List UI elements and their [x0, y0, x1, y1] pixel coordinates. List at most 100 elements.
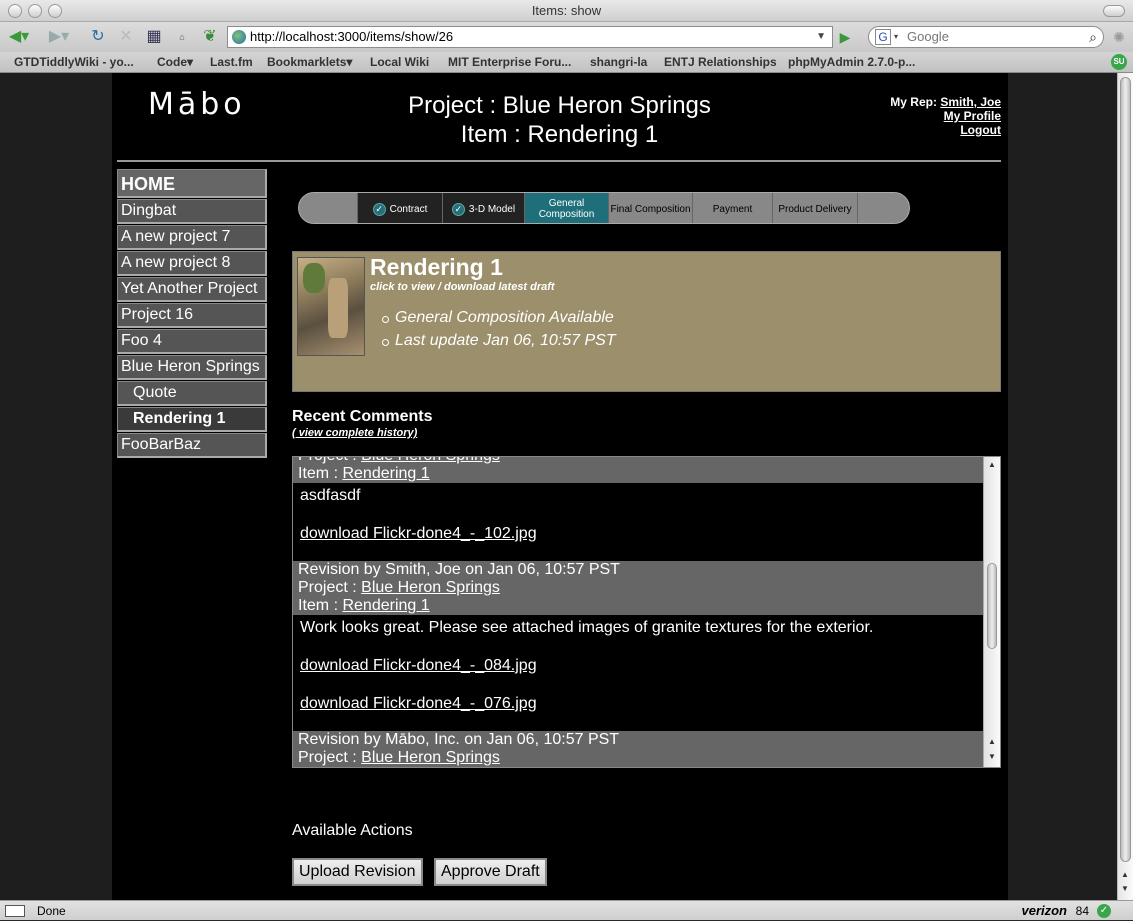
sidebar-item-project-16[interactable]: Project 16 — [117, 303, 267, 328]
tag-icon[interactable]: ⌂ — [172, 27, 192, 47]
upload-revision-button[interactable]: Upload Revision — [292, 858, 423, 886]
bookmark-lastfm[interactable]: Last.fm — [210, 52, 253, 72]
sidebar-item-quote[interactable]: Quote — [117, 381, 267, 406]
scrollbar-thumb[interactable] — [1120, 77, 1131, 862]
approve-draft-button[interactable]: Approve Draft — [434, 858, 547, 886]
download-draft-link[interactable]: click to view / download latest draft — [370, 281, 555, 293]
item-heading[interactable]: Rendering 1 — [370, 254, 503, 281]
zoom-window-button[interactable] — [48, 4, 62, 18]
bookmark-shangri-la[interactable]: shangri-la — [590, 52, 647, 72]
revision-header: Revision by Smith, Joe on Jan 06, 10:57 … — [298, 561, 620, 578]
sidebar-item-foo-4[interactable]: Foo 4 — [117, 329, 267, 354]
comments-scrollbar[interactable]: ▲ ▲ ▼ — [983, 457, 1000, 767]
bookmark-gtdtiddlywiki[interactable]: GTDTiddlyWiki - yo... — [14, 52, 134, 72]
step-label: 3-D Model — [468, 203, 516, 215]
item-last-update: Last update Jan 06, 10:57 PST — [382, 332, 616, 349]
scroll-up-icon[interactable]: ▲ — [988, 460, 996, 469]
google-icon[interactable]: G — [875, 29, 891, 45]
mabo-logo[interactable]: Mābo — [148, 87, 246, 122]
step-label: Product Delivery — [778, 203, 852, 215]
browser-window: Items: show ◀▾ ▶▾ ↻ ✕ ▦ ⌂ ❦ http://local… — [0, 0, 1133, 920]
check-icon: ✓ — [1097, 904, 1111, 918]
page-content: Mābo Project : Blue Heron Springs Item :… — [112, 73, 1008, 900]
scroll-down-icon[interactable]: ▼ — [1121, 884, 1129, 893]
search-engine-dropdown-icon[interactable]: ▾ — [894, 27, 898, 47]
delicious-icon[interactable]: ▦ — [144, 27, 164, 47]
item-link[interactable]: Rendering 1 — [342, 465, 429, 482]
step-contract: ✓ Contract — [357, 193, 442, 223]
revision-header: Revision by Mābo, Inc. on Jan 06, 10:57 … — [298, 731, 620, 748]
item-title: Item : Rendering 1 — [460, 121, 659, 148]
sidebar-item-dingbat[interactable]: Dingbat — [117, 199, 267, 224]
item-label: Item : — [298, 465, 339, 482]
project-link[interactable]: Blue Heron Springs — [361, 457, 500, 464]
toolbar-toggle-button[interactable] — [1103, 5, 1125, 17]
download-link[interactable]: download Flickr-done4_-_084.jpg — [293, 657, 983, 675]
bookmark-phpmyadmin[interactable]: phpMyAdmin 2.7.0-p... — [788, 52, 915, 72]
scroll-up-icon[interactable]: ▲ — [988, 737, 996, 746]
bookmark-bookmarklets[interactable]: Bookmarklets▾ — [267, 52, 352, 72]
step-product-delivery: Product Delivery — [772, 193, 858, 223]
sidebar-item-blue-heron-springs[interactable]: Blue Heron Springs — [117, 355, 267, 380]
step-label: Final Composition — [610, 203, 691, 215]
recent-comments-heading: Recent Comments — [292, 408, 433, 425]
scroll-up-icon[interactable]: ▲ — [1121, 870, 1129, 879]
step-label: Payment — [712, 203, 753, 215]
account-links: My Rep: Smith, Joe My Profile Logout — [890, 95, 1001, 137]
comment-body: asdfasdf — [300, 487, 361, 504]
sidebar-item-rendering-1[interactable]: Rendering 1 — [117, 407, 267, 432]
bookmark-entj[interactable]: ENTJ Relationships — [664, 52, 777, 72]
project-link[interactable]: Blue Heron Springs — [361, 749, 500, 766]
minimize-window-button[interactable] — [28, 4, 42, 18]
logout-link[interactable]: Logout — [960, 123, 1001, 137]
url-dropdown-icon[interactable]: ▼ — [816, 27, 826, 47]
url-text: http://localhost:3000/items/show/26 — [250, 29, 454, 44]
project-link[interactable]: Blue Heron Springs — [361, 579, 500, 596]
sidebar-item-new-project-8[interactable]: A new project 8 — [117, 251, 267, 276]
navigation-toolbar: ◀▾ ▶▾ ↻ ✕ ▦ ⌂ ❦ http://localhost:3000/it… — [0, 22, 1133, 52]
bookmark-code[interactable]: Code▾ — [157, 52, 193, 72]
reload-icon[interactable]: ↻ — [88, 27, 108, 47]
status-bar: Done verizon 84 ✓ — [0, 900, 1133, 920]
checkmark-icon: ✓ — [372, 202, 386, 216]
progress-steps: ✓ Contract ✓ 3-D Model General Composition… — [298, 192, 910, 224]
bookmark-mit-enterprise[interactable]: MIT Enterprise Foru... — [448, 52, 571, 72]
item-thumbnail[interactable] — [297, 257, 365, 356]
scroll-down-icon[interactable]: ▼ — [988, 752, 996, 761]
project-title: Project : Blue Heron Springs — [408, 92, 711, 119]
view-history-link[interactable]: ( view complete history) — [292, 427, 417, 439]
project-label: Project : — [298, 579, 357, 596]
address-bar[interactable]: http://localhost:3000/items/show/26 ▼ — [227, 26, 833, 48]
bookmark-local-wiki[interactable]: Local Wiki — [370, 52, 429, 72]
sidebar-item-foobarbaz[interactable]: FooBarBaz — [117, 433, 267, 458]
window-title: Items: show — [531, 3, 602, 18]
go-icon[interactable]: ▶ — [836, 28, 854, 46]
stumbleupon-icon[interactable]: SU — [1111, 54, 1127, 70]
my-profile-link[interactable]: My Profile — [944, 109, 1001, 123]
leaf-icon[interactable]: ❦ — [200, 27, 220, 47]
sidebar-item-yet-another-project[interactable]: Yet Another Project — [117, 277, 267, 302]
search-icon[interactable]: ⌕ — [1089, 27, 1097, 47]
download-link[interactable]: download Flickr-done4_-_076.jpg — [293, 695, 983, 713]
item-label: Item : — [298, 597, 339, 614]
sidebar-item-new-project-7[interactable]: A new project 7 — [117, 225, 267, 250]
stop-icon[interactable]: ✕ — [116, 27, 136, 47]
step-payment: Payment — [692, 193, 772, 223]
forward-icon[interactable]: ▶▾ — [46, 27, 72, 47]
sidebar-item-home[interactable]: Home — [117, 169, 267, 198]
bookmarks-bar: GTDTiddlyWiki - yo... Code▾ Last.fm Book… — [0, 52, 1133, 73]
item-link[interactable]: Rendering 1 — [342, 597, 429, 614]
close-window-button[interactable] — [8, 4, 22, 18]
comments-list: Project : Blue Heron Springs Item : Rend… — [293, 457, 983, 767]
rep-name-link[interactable]: Smith, Joe — [940, 95, 1001, 109]
loading-spinner-icon: ✺ — [1113, 29, 1125, 45]
step-general-composition: General Composition — [524, 193, 608, 223]
comments-panel[interactable]: Project : Blue Heron Springs Item : Rend… — [292, 456, 1001, 768]
back-icon[interactable]: ◀▾ — [6, 27, 32, 47]
page-scrollbar[interactable]: ▲ ▼ — [1117, 73, 1133, 900]
scrollbar-thumb[interactable] — [987, 563, 997, 649]
status-count: 84 — [1075, 904, 1089, 918]
search-field[interactable]: G ▾ Google ⌕ — [868, 26, 1104, 48]
window-titlebar: Items: show — [0, 0, 1133, 22]
download-link[interactable]: download Flickr-done4_-_102.jpg — [293, 525, 983, 543]
